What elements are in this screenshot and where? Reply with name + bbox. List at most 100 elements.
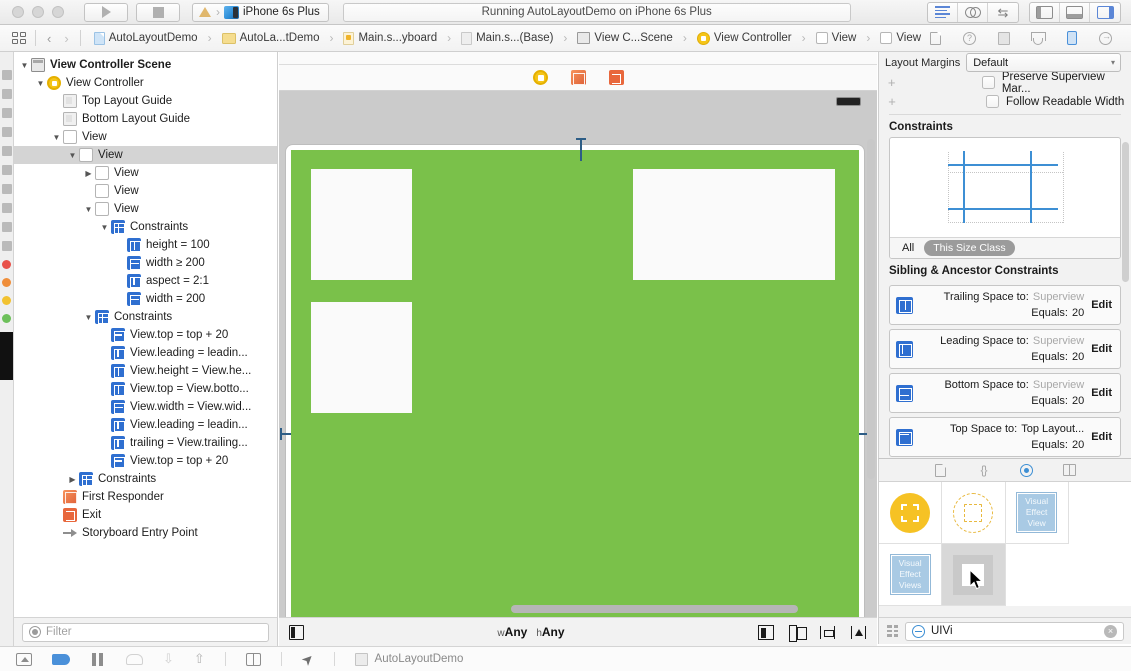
breadcrumb-item-project[interactable]: AutoLayoutDemo › <box>91 31 219 45</box>
constraint-edit-button[interactable]: Edit <box>1091 387 1112 399</box>
quick-help-inspector-icon[interactable]: ? <box>962 31 977 46</box>
outline-row[interactable]: height = 100 <box>14 236 277 254</box>
constraint-constant-value[interactable]: 20 <box>1072 393 1084 409</box>
send-icon[interactable]: ➤ <box>298 649 318 669</box>
constraint-constant-value[interactable]: 20 <box>1072 437 1084 453</box>
code-snippet-library-icon[interactable]: {} <box>976 463 991 478</box>
layout-margins-popup[interactable]: Default ▾ <box>966 53 1121 72</box>
outline-row[interactable]: Storyboard Entry Point <box>14 524 277 542</box>
connections-inspector-icon[interactable] <box>1098 31 1113 46</box>
add-variation-icon[interactable]: + <box>885 94 899 109</box>
outline-filter-input[interactable]: Filter <box>22 623 269 642</box>
breadcrumb-item-view-2[interactable]: View <box>877 32 924 44</box>
constraint-card[interactable]: Trailing Space to:SuperviewEquals:20Edit <box>889 285 1121 325</box>
outline-row[interactable]: ▼Constraints <box>14 218 277 236</box>
outline-row[interactable]: ▶Constraints <box>14 470 277 488</box>
size-class-indicator[interactable]: wAny hAny <box>497 625 564 639</box>
selection-handle-left[interactable] <box>280 433 291 435</box>
outline-row[interactable]: View.leading = leadin... <box>14 416 277 434</box>
add-variation-icon[interactable]: + <box>885 75 898 90</box>
outline-row[interactable]: Bottom Layout Guide <box>14 110 277 128</box>
list-grid-toggle-icon[interactable] <box>887 625 898 637</box>
disclosure-triangle-down-icon[interactable]: ▼ <box>50 133 63 142</box>
constraint-card[interactable]: Leading Space to:SuperviewEquals:20Edit <box>889 329 1121 369</box>
outline-row[interactable]: trailing = View.trailing... <box>14 434 277 452</box>
preserve-superview-margins-checkbox[interactable] <box>982 76 995 89</box>
outline-row[interactable]: Top Layout Guide <box>14 92 277 110</box>
outline-row[interactable]: Exit <box>14 506 277 524</box>
split-view-icon[interactable] <box>246 653 261 666</box>
file-template-library-icon[interactable] <box>933 463 948 478</box>
canvas-horizontal-scrollbar[interactable] <box>279 605 877 614</box>
outline-row[interactable]: ▼View <box>14 128 277 146</box>
library-pane[interactable]: {} Visual Effect View Visual Effect View… <box>878 458 1131 644</box>
scope-all-label[interactable]: All <box>902 242 914 254</box>
media-library-icon[interactable] <box>1062 463 1077 478</box>
outline-row[interactable]: View.top = top + 20 <box>14 452 277 470</box>
pane-toggle-segmented-control[interactable] <box>1029 2 1121 23</box>
scope-this-size-class-pill[interactable]: This Size Class <box>924 240 1014 256</box>
diagram-solid-left[interactable] <box>963 151 965 223</box>
identity-inspector-icon[interactable] <box>996 31 1011 46</box>
outline-row[interactable]: ▼View <box>14 200 277 218</box>
minimize-window-button[interactable] <box>32 6 44 18</box>
size-inspector-icon[interactable] <box>1064 31 1079 46</box>
update-frames-button[interactable] <box>758 625 774 640</box>
object-library-icon[interactable] <box>1019 463 1034 478</box>
outline-row[interactable]: ▼View Controller <box>14 74 277 92</box>
outline-row[interactable]: View.height = View.he... <box>14 362 277 380</box>
canvas-vertical-scrollbar[interactable] <box>867 139 875 609</box>
document-outline[interactable]: ▼View Controller Scene▼View ControllerTo… <box>14 52 278 617</box>
align-button[interactable] <box>820 625 836 640</box>
constraint-target-value[interactable]: Top Layout... <box>1021 421 1084 437</box>
cloud-icon[interactable] <box>126 654 143 665</box>
constraint-card[interactable]: Top Space to:Top Layout...Equals:20Edit <box>889 417 1121 457</box>
outline-row[interactable]: View.leading = leadin... <box>14 344 277 362</box>
library-item-storyboard-reference[interactable] <box>942 482 1005 544</box>
disclosure-triangle-right-icon[interactable]: ▶ <box>66 475 79 484</box>
outline-row[interactable]: aspect = 2:1 <box>14 272 277 290</box>
disclosure-triangle-down-icon[interactable]: ▼ <box>18 61 31 70</box>
standard-editor-button[interactable] <box>928 3 958 22</box>
diagram-solid-bottom[interactable] <box>948 208 1058 210</box>
embed-in-stack-button[interactable] <box>789 625 805 640</box>
constraint-edit-button[interactable]: Edit <box>1091 299 1112 311</box>
constraint-edit-button[interactable]: Edit <box>1091 343 1112 355</box>
outline-row[interactable]: View.top = View.botto... <box>14 380 277 398</box>
back-chevron-icon[interactable]: ‹ <box>45 31 53 46</box>
subview-top-right[interactable] <box>633 169 835 280</box>
outline-row[interactable]: View.top = top + 20 <box>14 326 277 344</box>
outline-row[interactable]: ▼Constraints <box>14 308 277 326</box>
diagram-solid-right[interactable] <box>1030 151 1032 223</box>
disclosure-triangle-down-icon[interactable]: ▼ <box>82 205 95 214</box>
outline-row[interactable]: width ≥ 200 <box>14 254 277 272</box>
push-icon[interactable]: ⇧ <box>194 651 205 667</box>
pause-icon[interactable] <box>90 653 106 666</box>
view-controller-dock-icon[interactable] <box>533 70 548 85</box>
outline-row[interactable]: width = 200 <box>14 290 277 308</box>
constraint-target-value[interactable]: Superview <box>1033 377 1084 393</box>
library-item-visual-effect-views[interactable]: Visual Effect Views <box>879 544 942 606</box>
outline-row[interactable]: ▼View Controller Scene <box>14 56 277 74</box>
breadcrumb-item-view-controller[interactable]: View Controller › <box>694 31 813 45</box>
library-item-visual-effect-view[interactable]: Visual Effect View <box>1006 482 1069 544</box>
diagram-solid-top[interactable] <box>948 164 1058 166</box>
constraints-diagram[interactable] <box>890 138 1120 237</box>
breadcrumb-item-view-1[interactable]: View › <box>813 31 878 45</box>
outline-row[interactable]: View.width = View.wid... <box>14 398 277 416</box>
canvas-scroll-area[interactable] <box>279 91 877 617</box>
subview-bottom-left[interactable] <box>311 302 412 413</box>
run-button[interactable] <box>84 3 128 22</box>
disclosure-triangle-down-icon[interactable]: ▼ <box>34 79 47 88</box>
breadcrumb-item-storyboard-base[interactable]: Main.s...(Base) › <box>458 31 574 45</box>
toggle-utilities-button[interactable] <box>1090 3 1120 22</box>
outline-row[interactable]: View <box>14 182 277 200</box>
breadcrumb-item-storyboard[interactable]: Main.s...yboard › <box>340 31 458 45</box>
tag-icon[interactable] <box>52 654 70 665</box>
library-item-uiview[interactable] <box>942 544 1005 606</box>
exit-dock-icon[interactable] <box>609 70 624 85</box>
clear-icon[interactable]: × <box>1104 625 1117 638</box>
interface-builder-canvas[interactable] <box>279 52 877 617</box>
library-item-view-controller[interactable] <box>879 482 942 544</box>
disclosure-triangle-down-icon[interactable]: ▼ <box>98 223 111 232</box>
